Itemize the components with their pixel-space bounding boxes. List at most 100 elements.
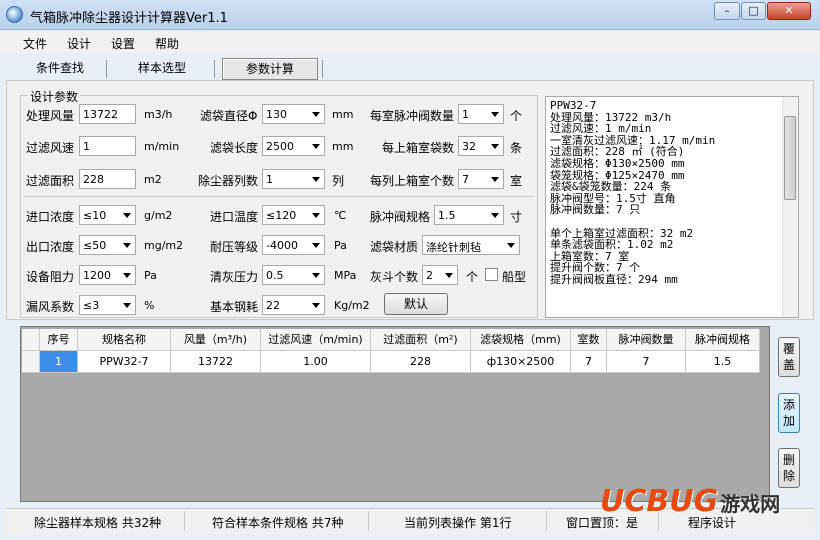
watermark-logo: UCBUG 游戏网: [600, 484, 781, 519]
bags-per-room-select[interactable]: 32: [458, 136, 504, 156]
bag-diameter-select[interactable]: 130: [262, 104, 325, 124]
inlet-conc-select[interactable]: ≤10: [79, 205, 136, 225]
valve-spec-select[interactable]: 1.5: [434, 205, 504, 225]
chevron-down-icon: [123, 273, 131, 278]
bag-diameter-label: 滤袋直径Φ: [200, 109, 258, 123]
result-line: PPW32-7: [550, 99, 597, 112]
row-header[interactable]: [22, 351, 40, 373]
ship-type-label: 船型: [502, 270, 527, 284]
col-header[interactable]: 滤袋规格（mm): [471, 329, 571, 351]
status-sample-count: 除尘器样本规格 共32种: [34, 516, 162, 530]
valves-per-room-unit: 个: [510, 109, 523, 123]
leak-label: 漏风系数: [26, 300, 75, 314]
inlet-temp-label: 进口温度: [210, 210, 259, 224]
steel-unit: Kg/m2: [334, 299, 370, 312]
status-current-row: 当前列表操作 第1行: [404, 516, 512, 530]
status-separator: [184, 511, 185, 531]
col-header[interactable]: 风量（m³/h): [171, 329, 261, 351]
leak-select[interactable]: ≤3: [79, 295, 136, 315]
table-cell[interactable]: ф130×2500: [471, 351, 571, 373]
scrollbar-thumb[interactable]: [784, 116, 796, 200]
ship-type-checkbox[interactable]: [485, 268, 498, 281]
outlet-conc-unit: mg/m2: [144, 239, 184, 252]
result-textarea[interactable]: PPW32-7 处理风量：13722 m3/h 过滤风速：1 m/min 一室清…: [545, 96, 799, 318]
row-header-corner: [22, 329, 40, 351]
hopper-label: 灰斗个数: [370, 270, 419, 284]
valve-spec-unit: 寸: [510, 210, 523, 224]
tab-sample-selection[interactable]: 样本选型: [122, 58, 202, 80]
add-button[interactable]: 添加: [778, 393, 800, 433]
overwrite-button[interactable]: 覆盖: [778, 337, 800, 377]
table-cell[interactable]: 7: [571, 351, 607, 373]
columns-select[interactable]: 1: [262, 169, 325, 189]
filter-area-unit: m2: [144, 173, 162, 186]
resistance-select[interactable]: 1200: [79, 265, 136, 285]
inlet-conc-unit: g/m2: [144, 209, 173, 222]
bag-length-select[interactable]: 2500: [262, 136, 325, 156]
air-volume-input[interactable]: 13722: [79, 104, 136, 124]
valve-spec-label: 脉冲阀规格: [370, 210, 431, 224]
hopper-unit: 个: [466, 270, 479, 284]
menu-file[interactable]: 文件: [23, 35, 47, 52]
chevron-down-icon: [491, 177, 499, 182]
filter-speed-input[interactable]: 1: [79, 136, 136, 156]
tab-separator: [106, 60, 107, 78]
hopper-select[interactable]: 2: [422, 265, 458, 285]
bag-length-unit: mm: [332, 140, 354, 153]
chevron-down-icon: [445, 273, 453, 278]
tab-separator: [322, 60, 323, 78]
menu-help[interactable]: 帮助: [155, 35, 179, 52]
table-cell[interactable]: 1.00: [261, 351, 371, 373]
status-separator: [546, 511, 547, 531]
table-cell[interactable]: 228: [371, 351, 471, 373]
pressure-grade-select[interactable]: -4000: [262, 235, 325, 255]
close-button[interactable]: ✕: [767, 2, 811, 20]
rooms-per-column-select[interactable]: 7: [458, 169, 504, 189]
col-header[interactable]: 脉冲阀规格: [686, 329, 760, 351]
clean-pressure-select[interactable]: 0.5: [262, 265, 325, 285]
inlet-conc-label: 进口浓度: [26, 210, 75, 224]
chevron-down-icon: [312, 273, 320, 278]
outlet-conc-select[interactable]: ≤50: [79, 235, 136, 255]
maximize-button[interactable]: □: [741, 2, 766, 20]
col-header[interactable]: 规格名称: [78, 329, 171, 351]
result-line: [550, 216, 794, 228]
chevron-down-icon: [312, 177, 320, 182]
tab-parameter-calc[interactable]: 参数计算: [222, 58, 318, 80]
bags-per-room-label: 每上箱室袋数: [382, 141, 455, 155]
chevron-down-icon: [491, 144, 499, 149]
bag-material-select[interactable]: 涤纶针刺毡: [422, 235, 520, 255]
table-cell[interactable]: 13722: [171, 351, 261, 373]
filter-speed-label: 过滤风速: [26, 141, 75, 155]
chevron-down-icon: [507, 243, 515, 248]
col-header[interactable]: 过滤面积（m²): [371, 329, 471, 351]
result-line: 滤袋&袋笼数量：224 条: [550, 180, 672, 194]
pressure-grade-unit: Pa: [334, 239, 347, 252]
filter-area-input[interactable]: 228: [79, 169, 136, 189]
col-header[interactable]: 脉冲阀数量: [607, 329, 686, 351]
valves-per-room-select[interactable]: 1: [458, 104, 504, 124]
table-cell[interactable]: 7: [607, 351, 686, 373]
leak-unit: %: [144, 299, 155, 312]
chevron-down-icon: [312, 243, 320, 248]
menu-settings[interactable]: 设置: [111, 35, 135, 52]
result-line: 滤袋规格：Φ130×2500 mm: [550, 156, 685, 170]
table-cell-selected[interactable]: 1: [40, 351, 78, 373]
bags-per-room-unit: 条: [510, 141, 523, 155]
chevron-down-icon: [312, 213, 320, 218]
inlet-temp-select[interactable]: ≤120: [262, 205, 325, 225]
menu-design[interactable]: 设计: [67, 35, 91, 52]
col-header[interactable]: 室数: [571, 329, 607, 351]
minimize-button[interactable]: –: [714, 2, 740, 20]
col-header[interactable]: 过滤风速（m/min): [261, 329, 371, 351]
tab-condition-search[interactable]: 条件查找: [20, 58, 100, 80]
delete-button[interactable]: 删除: [778, 448, 800, 488]
col-header[interactable]: 序号: [40, 329, 78, 351]
table-cell[interactable]: PPW32-7: [78, 351, 171, 373]
rooms-per-column-label: 每列上箱室个数: [370, 174, 455, 188]
pressure-grade-label: 耐压等级: [210, 240, 259, 254]
table-cell[interactable]: 1.5: [686, 351, 760, 373]
steel-select[interactable]: 22: [262, 295, 325, 315]
chevron-down-icon: [312, 144, 320, 149]
default-button[interactable]: 默认: [384, 293, 448, 315]
